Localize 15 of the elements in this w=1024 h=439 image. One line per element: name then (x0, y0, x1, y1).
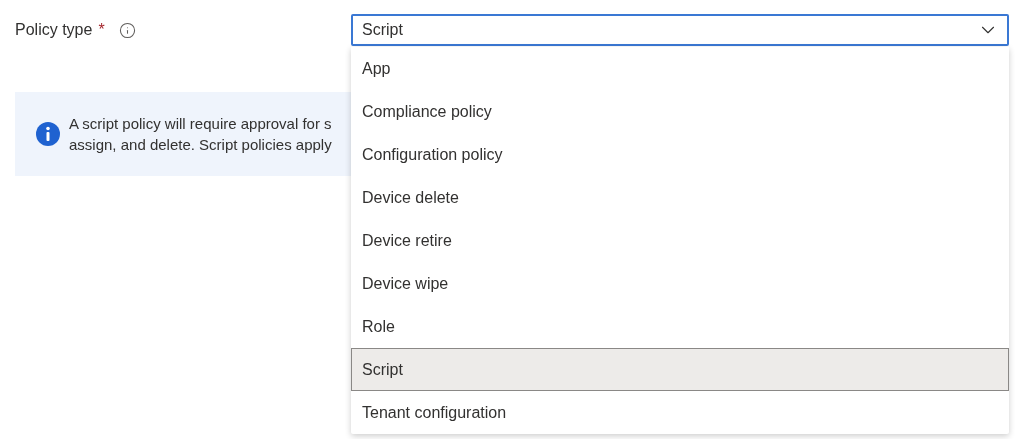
dropdown-option[interactable]: Compliance policy (351, 90, 1009, 133)
dropdown-option[interactable]: Role (351, 305, 1009, 348)
dropdown-option[interactable]: Device retire (351, 219, 1009, 262)
field-label: Policy type (15, 20, 93, 40)
policy-type-dropdown[interactable]: Script (351, 14, 1009, 46)
info-message: A script policy will require approval for s assign, and delete. Script policies apply (69, 114, 332, 155)
dropdown-option[interactable]: Script (351, 348, 1009, 391)
dropdown-option[interactable]: Configuration policy (351, 133, 1009, 176)
dropdown-option[interactable]: Device delete (351, 176, 1009, 219)
dropdown-option[interactable]: Device wipe (351, 262, 1009, 305)
required-mark: * (98, 20, 105, 40)
info-icon[interactable] (118, 21, 136, 39)
info-icon (36, 122, 60, 146)
dropdown-option[interactable]: Tenant configuration (351, 391, 1009, 434)
dropdown-option[interactable]: App (351, 47, 1009, 90)
